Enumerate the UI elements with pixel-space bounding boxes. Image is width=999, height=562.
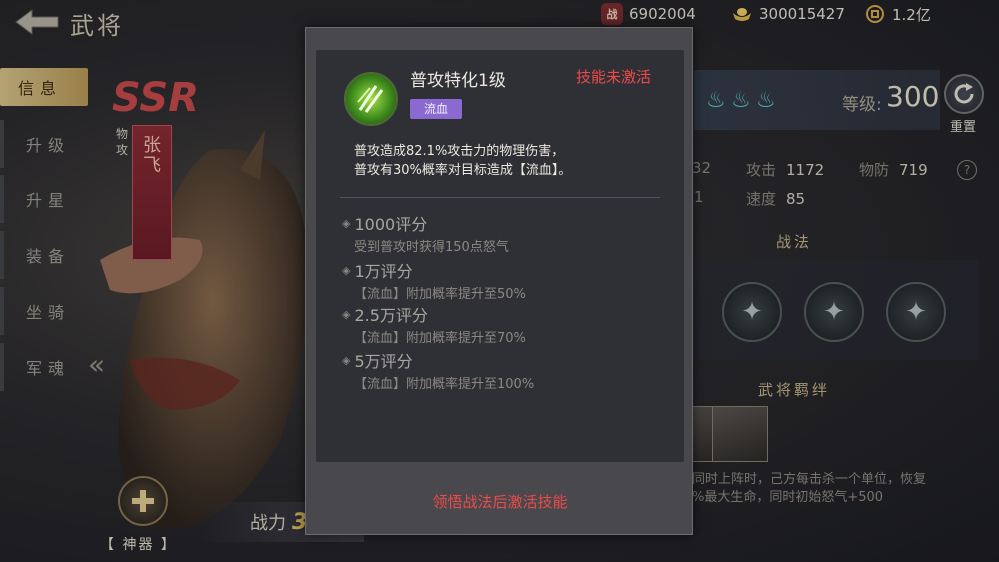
skill-description-line: 普攻有30%概率对目标造成【流血】。 — [354, 163, 572, 178]
skill-tag-badge: 流血 — [410, 99, 463, 119]
rating-tier: ◈ 2.5万评分 【流血】附加概率提升至70% — [342, 302, 526, 346]
diamond-icon: ◈ — [342, 216, 351, 230]
rating-tier: ◈ 1万评分 【流血】附加概率提升至50% — [342, 258, 526, 302]
tier-description: 受到普攻时获得150点怒气 — [354, 240, 509, 255]
tier-title: 2.5万评分 — [354, 306, 428, 325]
claw-slash-icon — [344, 72, 398, 126]
tier-title: 5万评分 — [354, 352, 413, 371]
skill-status: 技能未激活 — [576, 68, 652, 86]
diamond-icon: ◈ — [342, 307, 351, 321]
skill-description-line: 普攻造成82.1%攻击力的物理伤害， — [354, 144, 565, 159]
diamond-icon: ◈ — [342, 263, 351, 277]
skill-description: 普攻造成82.1%攻击力的物理伤害， 普攻有30%概率对目标造成【流血】。 — [354, 142, 664, 180]
tier-description: 【流血】附加概率提升至100% — [354, 377, 535, 392]
divider — [340, 197, 660, 198]
unlock-hint: 领悟战法后激活技能 — [432, 493, 568, 511]
tier-description: 【流血】附加概率提升至50% — [354, 287, 526, 302]
tier-title: 1万评分 — [354, 262, 413, 281]
rating-tier: ◈ 1000评分 受到普攻时获得150点怒气 — [342, 211, 509, 255]
tier-title: 1000评分 — [354, 215, 428, 234]
skill-detail-dialog: 普攻特化1级 技能未激活 流血 普攻造成82.1%攻击力的物理伤害， 普攻有30… — [305, 27, 693, 535]
tier-description: 【流血】附加概率提升至70% — [354, 331, 526, 346]
diamond-icon: ◈ — [342, 353, 351, 367]
skill-name: 普攻特化1级 — [410, 71, 506, 91]
rating-tier: ◈ 5万评分 【流血】附加概率提升至100% — [342, 348, 534, 392]
